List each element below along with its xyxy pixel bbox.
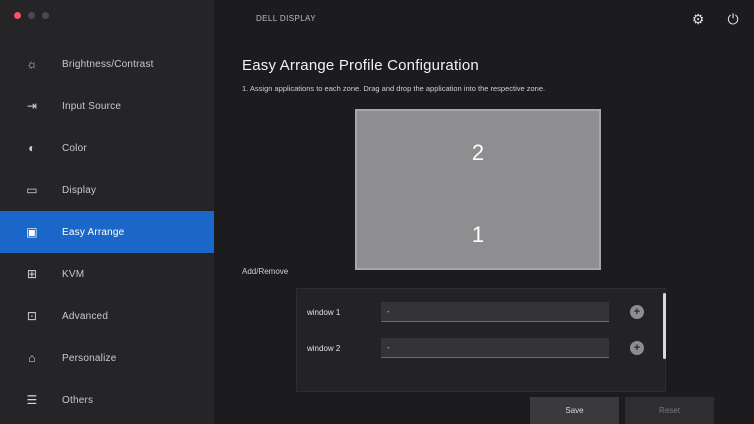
minimize-window-button[interactable] — [28, 12, 35, 19]
color-icon: ◐ — [28, 141, 36, 155]
header: DELL DISPLAY ⚙ ⏻ — [214, 0, 754, 40]
zone-2[interactable]: 2 — [357, 133, 599, 173]
sidebar-item-label: Easy Arrange — [62, 226, 125, 238]
sidebar-item-label: Brightness/Contrast — [62, 58, 154, 70]
input-source-icon: ⇥ — [26, 99, 38, 113]
display-icon: ▭ — [26, 183, 38, 197]
sidebar-item-advanced[interactable]: ⊡ Advanced — [0, 295, 214, 337]
sidebar-item-label: KVM — [62, 268, 85, 280]
app-window: ☼ Brightness/Contrast ⇥ Input Source ◐ Color ▭… — [0, 0, 754, 424]
instructions-text: 1. Assign applications to each zone. Dra… — [242, 84, 546, 93]
reset-button[interactable]: Reset — [625, 397, 714, 424]
sidebar-item-kvm[interactable]: ⊞ KVM — [0, 253, 214, 295]
zone-1[interactable]: 1 — [357, 215, 599, 255]
app-row-label: window 2 — [307, 343, 341, 353]
scrollbar[interactable] — [663, 293, 666, 359]
sidebar-item-label: Display — [62, 184, 97, 196]
personalize-icon: ⌂ — [28, 351, 36, 365]
app-assignment-list: window 1 - + window 2 - + — [296, 288, 666, 392]
sidebar-item-label: Others — [62, 394, 94, 406]
others-icon: ☰ — [26, 393, 38, 407]
maximize-window-button[interactable] — [42, 12, 49, 19]
advanced-icon: ⊡ — [26, 309, 38, 323]
sidebar-nav: ☼ Brightness/Contrast ⇥ Input Source ◐ Color ▭… — [0, 43, 214, 421]
sidebar-item-label: Input Source — [62, 100, 122, 112]
easy-arrange-icon: ▣ — [26, 225, 38, 239]
brightness-icon: ☼ — [26, 57, 38, 71]
app-field[interactable]: - — [381, 338, 609, 358]
app-field[interactable]: - — [381, 302, 609, 322]
add-app-button[interactable]: + — [630, 341, 644, 355]
add-app-button[interactable]: + — [630, 305, 644, 319]
sidebar-item-input-source[interactable]: ⇥ Input Source — [0, 85, 214, 127]
sidebar-item-label: Personalize — [62, 352, 117, 364]
window-controls — [14, 12, 49, 19]
kvm-icon: ⊞ — [26, 267, 38, 281]
sidebar-item-others[interactable]: ☰ Others — [0, 379, 214, 421]
app-row: window 2 - + — [297, 335, 665, 361]
sidebar-item-easy-arrange[interactable]: ▣ Easy Arrange — [0, 211, 214, 253]
app-row: window 1 - + — [297, 299, 665, 325]
sidebar-item-display[interactable]: ▭ Display — [0, 169, 214, 211]
sidebar-item-label: Color — [62, 142, 87, 154]
app-title: DELL DISPLAY — [256, 14, 316, 23]
layout-preview: 2 1 — [355, 109, 601, 270]
main-panel: Easy Arrange Profile Configuration 1. As… — [214, 40, 754, 424]
save-button[interactable]: Save — [530, 397, 619, 424]
sidebar-item-label: Advanced — [62, 310, 109, 322]
sidebar-item-personalize[interactable]: ⌂ Personalize — [0, 337, 214, 379]
sidebar-item-color[interactable]: ◐ Color — [0, 127, 214, 169]
close-window-button[interactable] — [14, 12, 21, 19]
sidebar-item-brightness-contrast[interactable]: ☼ Brightness/Contrast — [0, 43, 214, 85]
page-title: Easy Arrange Profile Configuration — [242, 57, 479, 74]
power-icon[interactable]: ⏻ — [724, 10, 742, 28]
add-remove-label: Add/Remove — [242, 267, 289, 276]
app-row-label: window 1 — [307, 307, 341, 317]
settings-icon[interactable]: ⚙ — [689, 10, 707, 28]
sidebar: ☼ Brightness/Contrast ⇥ Input Source ◐ Color ▭… — [0, 0, 214, 424]
